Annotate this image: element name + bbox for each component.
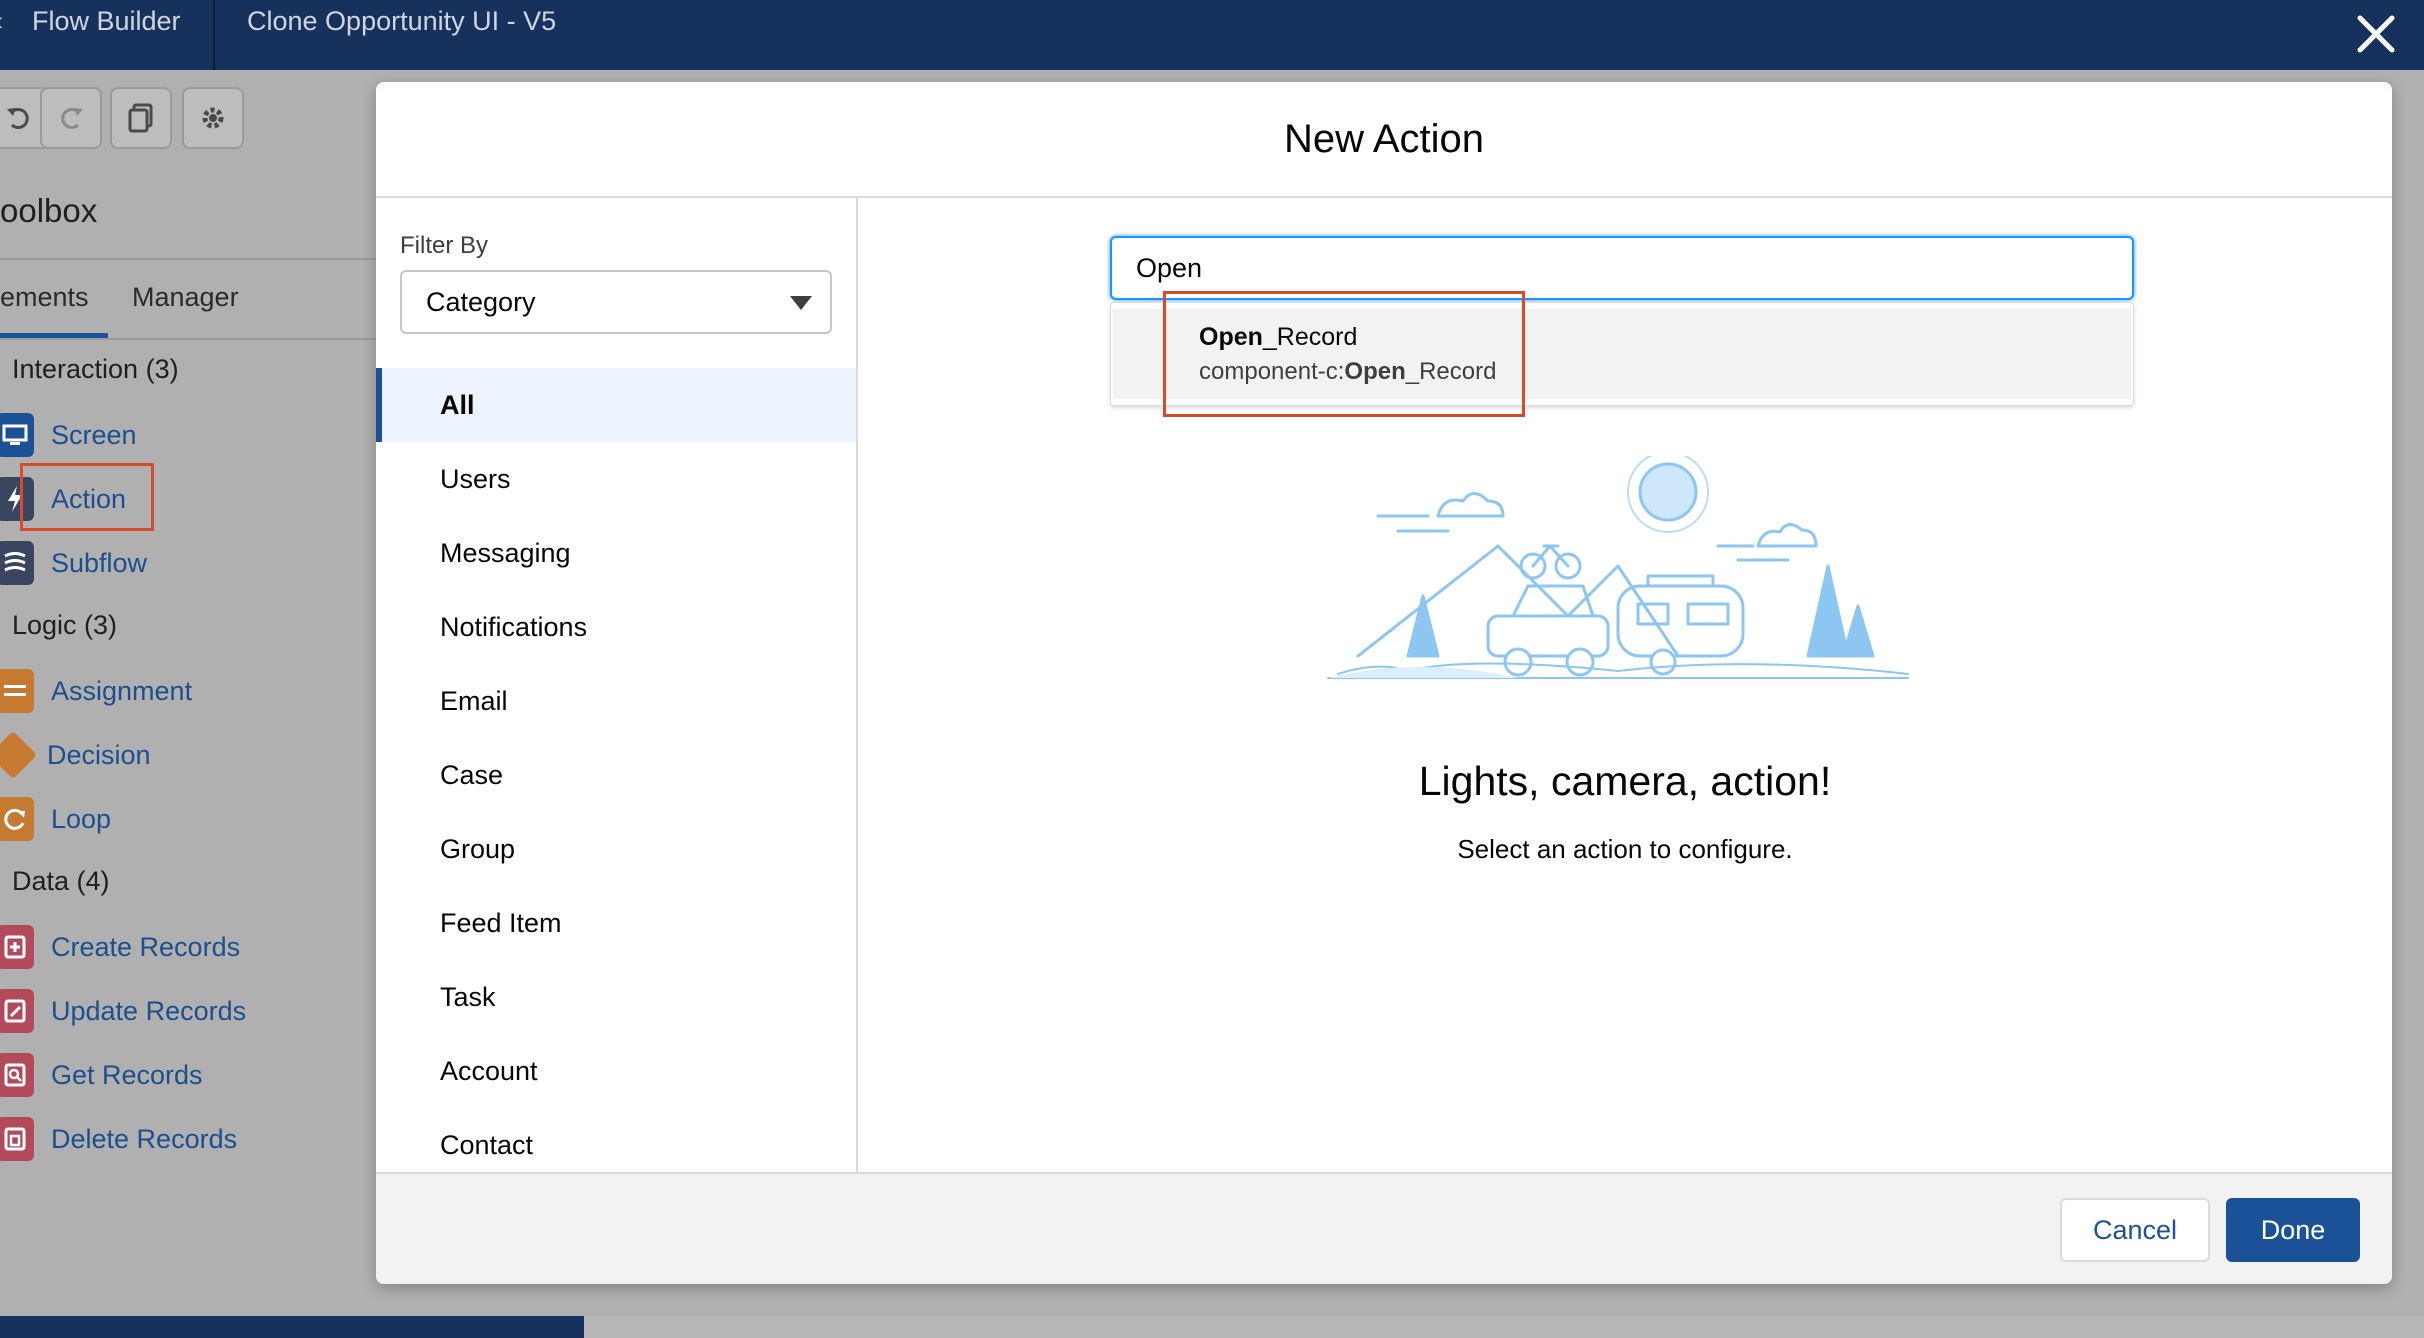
record-delete-icon [0, 1117, 34, 1161]
group-data: Data (4) [12, 866, 110, 896]
decision-icon [0, 730, 38, 780]
toolbox-title: oolbox [0, 192, 98, 229]
gear-icon [202, 107, 224, 129]
category-item-email[interactable]: Email [376, 664, 856, 738]
action-search-input[interactable] [1112, 238, 2132, 298]
category-item-case[interactable]: Case [376, 738, 856, 812]
category-item-contact[interactable]: Contact [376, 1108, 856, 1182]
record-create-icon [0, 925, 34, 969]
done-button[interactable]: Done [2226, 1198, 2360, 1262]
redo-button[interactable] [40, 87, 102, 149]
loop-icon [0, 797, 34, 841]
copy-button[interactable] [110, 87, 172, 149]
highlight-box [1163, 291, 1525, 417]
flow-name: Clone Opportunity UI - V5 [247, 6, 557, 36]
modal-footer: Cancel Done [376, 1172, 2392, 1284]
sidebar-item-delete-records[interactable]: Delete Records [0, 1114, 237, 1164]
close-icon[interactable] [2354, 12, 2398, 56]
assignment-icon [0, 669, 34, 713]
sidebar-item-get-records[interactable]: Get Records [0, 1050, 203, 1100]
divider [0, 338, 376, 340]
category-item-group[interactable]: Group [376, 812, 856, 886]
empty-state-title: Lights, camera, action! [1418, 758, 1832, 804]
category-item-messaging[interactable]: Messaging [376, 516, 856, 590]
sidebar-item-subflow[interactable]: Subflow [0, 538, 147, 588]
app-header: ‹ Flow Builder Clone Opportunity UI - V5 [0, 0, 2424, 70]
sidebar-item-decision[interactable]: Decision [0, 730, 151, 780]
canvas-area [584, 1316, 2424, 1338]
filter-panel: Filter By Category All Users Messaging N… [376, 198, 858, 1172]
back-icon[interactable]: ‹ [0, 0, 3, 70]
cancel-button[interactable]: Cancel [2060, 1198, 2210, 1262]
category-item-account[interactable]: Account [376, 1034, 856, 1108]
sidebar-item-assignment[interactable]: Assignment [0, 666, 192, 716]
modal-title: New Action [1283, 117, 1485, 161]
copy-icon [128, 103, 153, 133]
category-item-task[interactable]: Task [376, 960, 856, 1034]
category-list: All Users Messaging Notifications Email … [376, 368, 856, 1182]
divider [0, 258, 376, 260]
sidebar-item-screen[interactable]: Screen [0, 410, 137, 460]
category-item-notifications[interactable]: Notifications [376, 590, 856, 664]
tab-manager[interactable]: Manager [132, 282, 239, 313]
tab-elements[interactable]: ements [0, 282, 89, 313]
filter-select[interactable]: Category [400, 270, 832, 334]
subflow-icon [0, 541, 34, 585]
modal-header: New Action [376, 82, 2392, 198]
record-update-icon [0, 989, 34, 1033]
category-item-feed-item[interactable]: Feed Item [376, 886, 856, 960]
category-item-all[interactable]: All [376, 368, 856, 442]
group-logic: Logic (3) [12, 610, 118, 640]
action-panel: Lights, camera, action! Select an action… [858, 198, 2392, 1172]
undo-icon [7, 108, 29, 129]
screen-icon [0, 413, 34, 457]
filter-value: Category [426, 287, 536, 317]
caret-down-icon [790, 296, 812, 310]
camping-illustration [1327, 456, 1909, 679]
group-interaction: Interaction (3) [12, 354, 179, 384]
sidebar-item-loop[interactable]: Loop [0, 794, 111, 844]
filter-label: Filter By [400, 232, 489, 259]
new-action-modal: New Action Filter By Category All Users … [376, 82, 2392, 1284]
footer-strip [0, 1316, 584, 1338]
category-item-users[interactable]: Users [376, 442, 856, 516]
settings-button[interactable] [182, 87, 244, 149]
sidebar-item-update-records[interactable]: Update Records [0, 986, 246, 1036]
redo-icon [61, 108, 83, 129]
record-lookup-icon [0, 1053, 34, 1097]
search-results-dropdown: Open_Record component-c:Open_Record [1110, 291, 2134, 417]
app-name: Flow Builder [32, 6, 181, 36]
header-divider [213, 0, 215, 70]
highlight-box [20, 463, 154, 531]
empty-state-subtitle: Select an action to configure. [1457, 834, 1793, 864]
sidebar-item-create-records[interactable]: Create Records [0, 922, 240, 972]
